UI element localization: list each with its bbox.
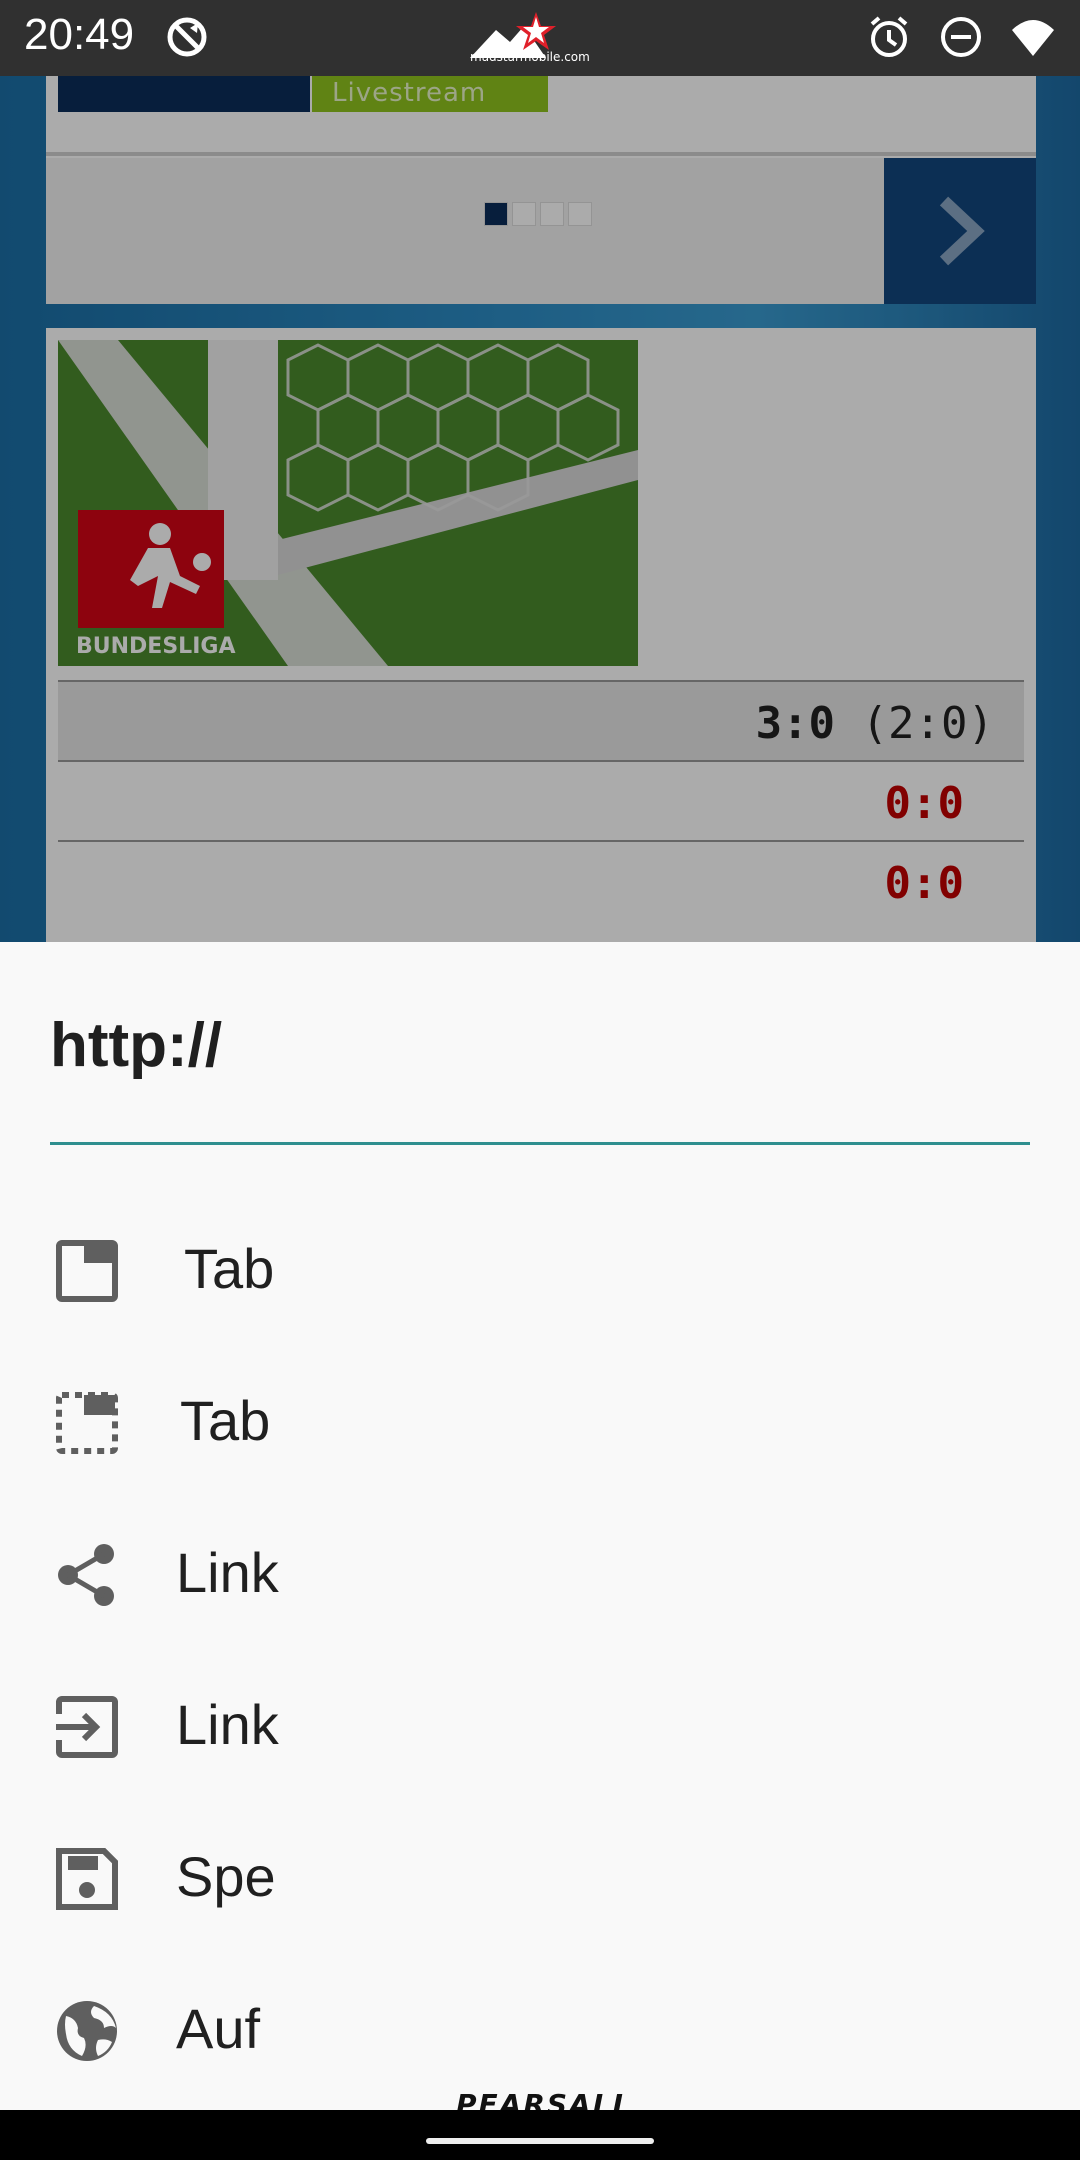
sheet-url-title: http:// [50,1011,223,1080]
menu-item-open-in[interactable]: Auf [0,1952,1080,2104]
menu-item-label: Link [176,1693,279,1756]
status-time: 20:49 [24,10,135,59]
sheet-divider [50,1142,1030,1145]
open-in-new-tab-icon [56,1240,118,1302]
menu-item-label: Spe [176,1845,276,1908]
alarm-icon [870,16,908,57]
site-logo-text: madstarmobile.com [470,50,590,64]
status-icons [866,14,1056,60]
menu-item-copy-link[interactable]: Link [0,1648,1080,1800]
menu-item-open-incognito-tab[interactable]: Tab [0,1344,1080,1496]
navigation-bar [0,2110,1080,2160]
do-not-disturb-icon [941,17,981,57]
status-bar: 20:49 madstarmobile.com [0,0,1080,76]
dim-scrim[interactable] [0,76,1080,942]
wifi-icon [1012,20,1054,56]
menu-item-label: Tab [184,1237,275,1300]
screen: Livestream BUNDESLIGA 3:0 (2:0) 0:0 0:0 … [0,0,1080,2160]
home-gesture-handle[interactable] [426,2138,654,2144]
link-context-sheet: http:// Tab Tab Link Link Spe Auf [0,942,1080,2110]
save-icon [56,1848,118,1910]
context-menu: Tab Tab Link Link Spe Auf [0,1192,1080,2104]
share-icon [58,1544,114,1606]
menu-item-label: Link [176,1541,279,1604]
copy-link-icon [56,1696,118,1758]
menu-item-label: Tab [180,1389,271,1452]
menu-item-save[interactable]: Spe [0,1800,1080,1952]
menu-item-share-link[interactable]: Link [0,1496,1080,1648]
globe-icon [57,2001,117,2061]
sync-disabled-icon [167,17,207,57]
open-in-incognito-tab-icon [56,1392,118,1454]
menu-item-label: Auf [176,1997,261,2060]
menu-item-open-new-tab[interactable]: Tab [0,1192,1080,1344]
